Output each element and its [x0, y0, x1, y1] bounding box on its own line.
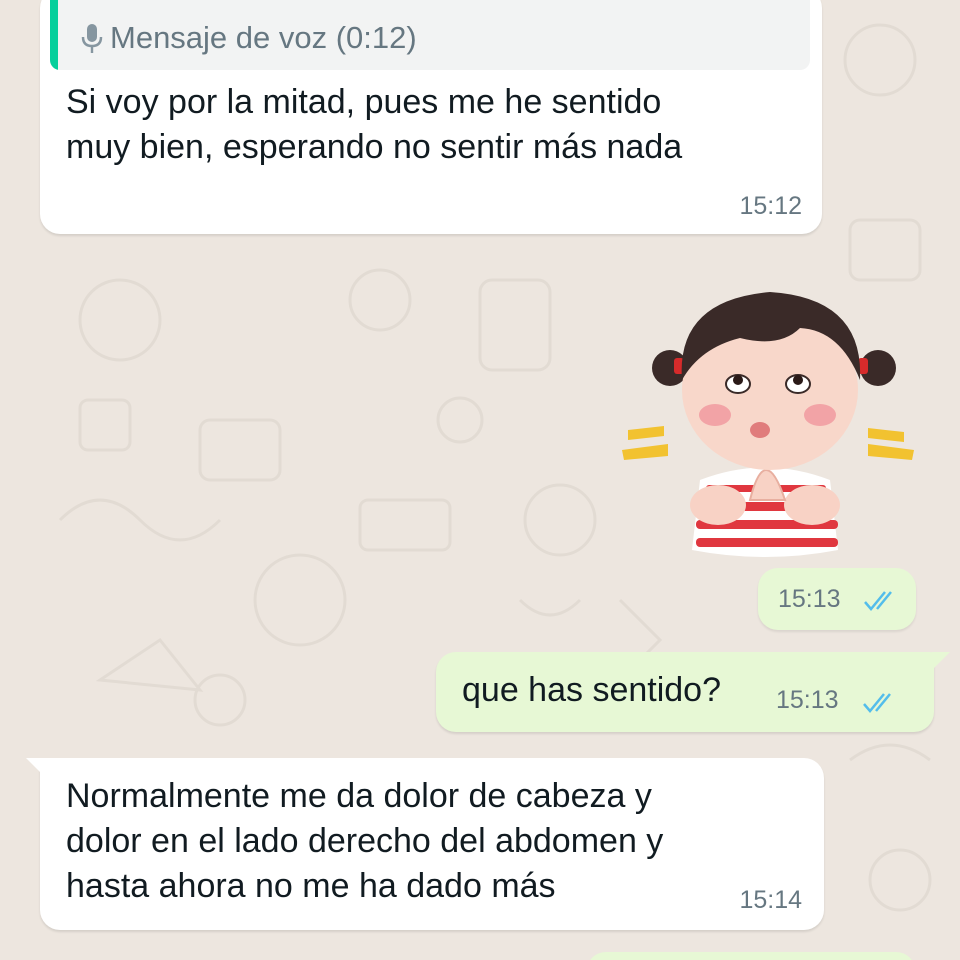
bubble-tail: [26, 758, 44, 776]
message-line: muy bien, esperando no sentir más nada: [66, 128, 683, 166]
message-text: Si voy por la mitad, pues me he sentido …: [66, 80, 682, 170]
message-line: Normalmente me da dolor de cabeza y: [66, 777, 652, 815]
chat-background: Tú Mensaje de voz (0:12) Si voy por la m…: [0, 0, 960, 960]
quoted-message[interactable]: Tú Mensaje de voz (0:12): [50, 0, 810, 70]
message-line: dolor en el lado derecho del abdomen y: [66, 822, 664, 860]
message-text: que has sentido?: [462, 671, 721, 709]
message-time: 15:14: [739, 886, 802, 914]
mic-icon: [80, 20, 104, 56]
double-check-icon: [864, 591, 892, 611]
message-bubble-incoming[interactable]: Normalmente me da dolor de cabeza y dolo…: [26, 758, 824, 930]
message-text: Normalmente me da dolor de cabeza y dolo…: [66, 774, 663, 909]
message-bubble-outgoing[interactable]: que has sentido? 15:13: [436, 652, 950, 732]
quoted-voice-message: Mensaje de voz (0:12): [80, 18, 417, 58]
bubble-tail: [932, 652, 950, 670]
message-bubble-incoming[interactable]: Tú Mensaje de voz (0:12) Si voy por la m…: [40, 0, 822, 234]
message-line: Si voy por la mitad, pues me he sentido: [66, 83, 662, 121]
sticker-girl[interactable]: [610, 280, 920, 560]
message-line: hasta ahora no me ha dado más: [66, 867, 556, 905]
message-time: 15:12: [739, 192, 802, 220]
message-time: 15:13: [778, 585, 841, 613]
message-bubble-outgoing-partial[interactable]: [586, 952, 916, 960]
message-time: 15:13: [776, 686, 839, 714]
double-check-icon: [863, 693, 891, 713]
sticker-time-pill: 15:13: [758, 568, 916, 630]
quote-accent-bar: [50, 0, 58, 70]
quoted-text: Mensaje de voz (0:12): [110, 20, 417, 55]
